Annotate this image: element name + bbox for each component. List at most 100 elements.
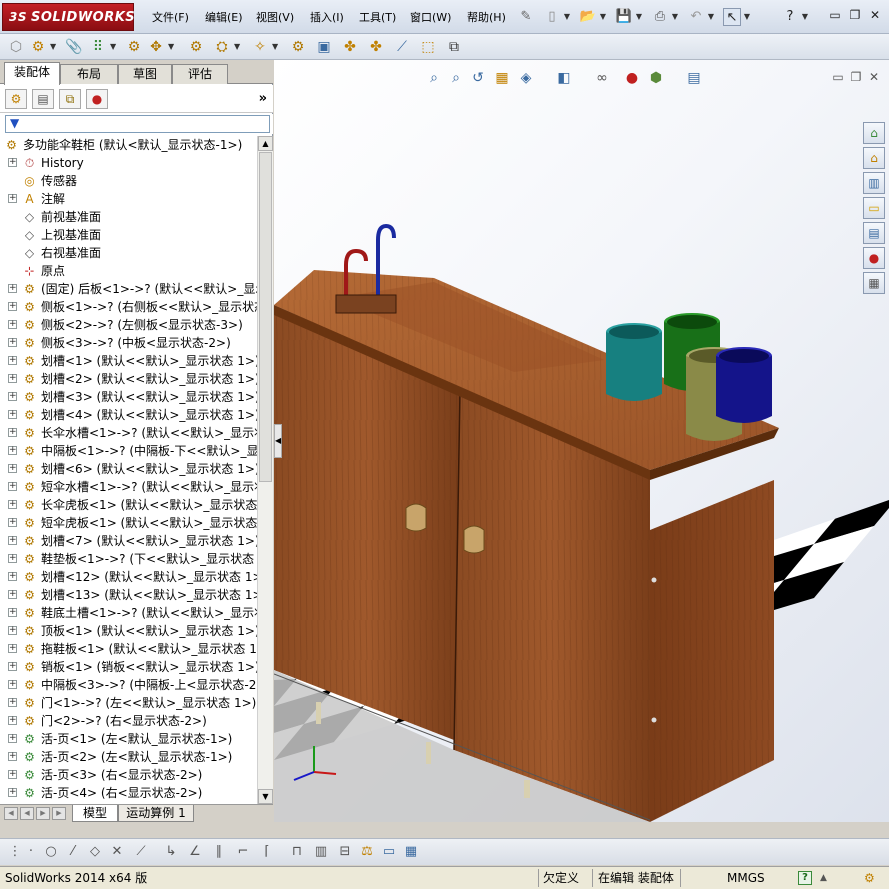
help-icon[interactable]: ?	[781, 8, 799, 26]
expand-toggle[interactable]: +	[8, 428, 17, 437]
tree-root[interactable]: ⚙ 多功能伞鞋柜 (默认<默认_显示状态-1>)	[0, 136, 257, 154]
tree-item[interactable]: + ⚙ 活-页<2> (左<默认_显示状态-1>)	[0, 748, 257, 766]
instant3d-icon[interactable]: ⧉	[444, 37, 464, 57]
custom-properties-icon[interactable]: ▦	[863, 272, 885, 294]
ruler-icon[interactable]: ⊟	[336, 843, 354, 861]
previous-view-icon[interactable]: ↺	[468, 68, 488, 88]
tree-item[interactable]: ◇ 上视基准面	[0, 226, 257, 244]
chevron-down-icon[interactable]: ▼	[671, 8, 679, 26]
expand-toggle[interactable]: +	[8, 698, 17, 707]
tree-item[interactable]: + ⚙ 鞋底土槽<1>->? (默认<<默认>_显示状态	[0, 604, 257, 622]
expand-toggle[interactable]: +	[8, 464, 17, 473]
tree-item[interactable]: + ⚙ 鞋垫板<1>->? (下<<默认>_显示状态 1>	[0, 550, 257, 568]
show-hidden-icon[interactable]: ⚙	[186, 37, 206, 57]
display-style-icon[interactable]: ◧	[554, 68, 574, 88]
panel-collapse-handle[interactable]: ◀	[274, 424, 282, 458]
select-icon[interactable]: ↖	[723, 8, 741, 26]
chevron-down-icon[interactable]: ▼	[563, 8, 571, 26]
point-icon[interactable]: ·	[22, 843, 40, 861]
tree-item[interactable]: + ⚙ 侧板<1>->? (右侧板<<默认>_显示状态	[0, 298, 257, 316]
undo-icon[interactable]: ↶	[687, 8, 705, 26]
tree-scrollbar[interactable]: ▲ ▼	[257, 136, 273, 804]
tree-item[interactable]: + ⚙ 活-页<1> (左<默认_显示状态-1>)	[0, 730, 257, 748]
paperclip-icon[interactable]: 📎	[64, 37, 84, 57]
expand-toggle[interactable]: +	[8, 500, 17, 509]
tree-item[interactable]: + ⚙ 侧板<3>->? (中板<显示状态-2>)	[0, 334, 257, 352]
tree-item[interactable]: + ⏱ History	[0, 154, 257, 172]
circle-icon[interactable]: ○	[42, 843, 60, 861]
tree-item[interactable]: + ⚙ 长伞水槽<1>->? (默认<<默认>_显示状态	[0, 424, 257, 442]
explode-line-icon[interactable]: ✤	[366, 37, 386, 57]
chevron-up-icon[interactable]: ▲	[820, 869, 827, 887]
prev-tab-arrow[interactable]: ◀	[20, 807, 34, 820]
apply-scene-icon[interactable]: ⬢	[646, 68, 666, 88]
configurationmanager-icon[interactable]: ⧉	[59, 89, 81, 109]
save-icon[interactable]: 💾	[615, 8, 633, 26]
expand-toggle[interactable]: +	[8, 590, 17, 599]
tree-item[interactable]: ⊹ 原点	[0, 262, 257, 280]
view-palette-icon[interactable]: ▤	[863, 222, 885, 244]
units-selector[interactable]: MMGS	[727, 869, 765, 887]
expand-toggle[interactable]: +	[8, 536, 17, 545]
section-view-icon[interactable]: ▦	[492, 68, 512, 88]
tree-item[interactable]: ◇ 右视基准面	[0, 244, 257, 262]
first-tab-arrow[interactable]: ◀	[4, 807, 18, 820]
filter-input[interactable]: ▼	[5, 115, 270, 133]
line-icon[interactable]: ⁄	[64, 843, 82, 861]
menu-insert[interactable]: 插入(I)	[310, 11, 344, 25]
expand-toggle[interactable]: +	[8, 752, 17, 761]
expand-toggle[interactable]: +	[8, 572, 17, 581]
close-icon[interactable]: ✕	[865, 70, 883, 84]
tree-item[interactable]: + ⚙ 划槽<3> (默认<<默认>_显示状态 1>)	[0, 388, 257, 406]
expand-toggle[interactable]: +	[8, 554, 17, 563]
close-icon[interactable]: ✕	[865, 6, 885, 24]
tree-item[interactable]: + ⚙ 销板<1> (销板<<默认>_显示状态 1>)	[0, 658, 257, 676]
menu-help[interactable]: 帮助(H)	[467, 11, 506, 25]
menu-edit[interactable]: 编辑(E)	[205, 11, 243, 25]
expand-toggle[interactable]: +	[8, 374, 17, 383]
rebuild-icon[interactable]: ⚙	[864, 869, 875, 887]
tree-item[interactable]: + ⚙ 侧板<2>->? (左侧板<显示状态-3>)	[0, 316, 257, 334]
tree-item[interactable]: + ⚙ 划槽<1> (默认<<默认>_显示状态 1>)	[0, 352, 257, 370]
chevron-down-icon[interactable]: ▼	[743, 8, 751, 26]
tree-item[interactable]: + ⚙ 中隔板<3>->? (中隔板-上<显示状态-2>)	[0, 676, 257, 694]
chevron-down-icon[interactable]: ▼	[707, 8, 715, 26]
expand-toggle[interactable]: +	[8, 338, 17, 347]
insert-components-icon[interactable]: ⬡	[6, 37, 26, 57]
tab-sketch[interactable]: 草图	[118, 64, 172, 84]
tree-item[interactable]: + ⚙ 活-页<4> (右<显示状态-2>)	[0, 784, 257, 802]
expand-toggle[interactable]: +	[8, 284, 17, 293]
view-settings-icon[interactable]: ▤	[684, 68, 704, 88]
expand-toggle[interactable]: +	[8, 662, 17, 671]
appearances-icon[interactable]: ●	[863, 247, 885, 269]
home-icon[interactable]: ⌂	[863, 147, 885, 169]
expand-toggle[interactable]: +	[8, 356, 17, 365]
menu-view[interactable]: 视图(V)	[256, 11, 294, 25]
move-component-icon[interactable]: ✥	[146, 37, 166, 57]
mass-properties-icon[interactable]: ⚖	[358, 843, 376, 861]
design-library-icon[interactable]: ▥	[863, 172, 885, 194]
chevron-down-icon[interactable]: ▼	[599, 8, 607, 26]
tree-item[interactable]: ◎ 传感器	[0, 172, 257, 190]
trim-icon[interactable]: ✕	[108, 843, 126, 861]
assembly-features-icon[interactable]: ⛭	[212, 37, 232, 57]
scroll-down-arrow[interactable]: ▼	[258, 789, 273, 804]
edit-appearance-icon[interactable]: ●	[622, 68, 642, 88]
centerline-icon[interactable]: ⟋	[132, 843, 150, 861]
double-chevron-right-icon[interactable]: »	[259, 91, 267, 106]
filter-icon[interactable]: ▼	[10, 116, 19, 130]
expand-toggle[interactable]: +	[8, 644, 17, 653]
propertymanager-icon[interactable]: ▤	[32, 89, 54, 109]
expand-toggle[interactable]: +	[8, 446, 17, 455]
tree-item[interactable]: + ⚙ 活-页<3> (右<显示状态-2>)	[0, 766, 257, 784]
quick-tips-help-icon[interactable]: ?	[798, 871, 812, 885]
displaymanager-icon[interactable]: ●	[86, 89, 108, 109]
expand-toggle[interactable]: +	[8, 158, 17, 167]
expand-toggle[interactable]: +	[8, 770, 17, 779]
sketch-fillet-icon[interactable]: ⌈	[258, 843, 276, 861]
interference-detection-icon[interactable]: ⟋	[392, 37, 412, 57]
featuremanager-icon[interactable]: ⚙	[5, 89, 27, 109]
last-tab-arrow[interactable]: ▶	[52, 807, 66, 820]
tree-item[interactable]: + ⚙ 门<1>->? (左<<默认>_显示状态 1>)	[0, 694, 257, 712]
scroll-thumb[interactable]	[259, 152, 272, 482]
